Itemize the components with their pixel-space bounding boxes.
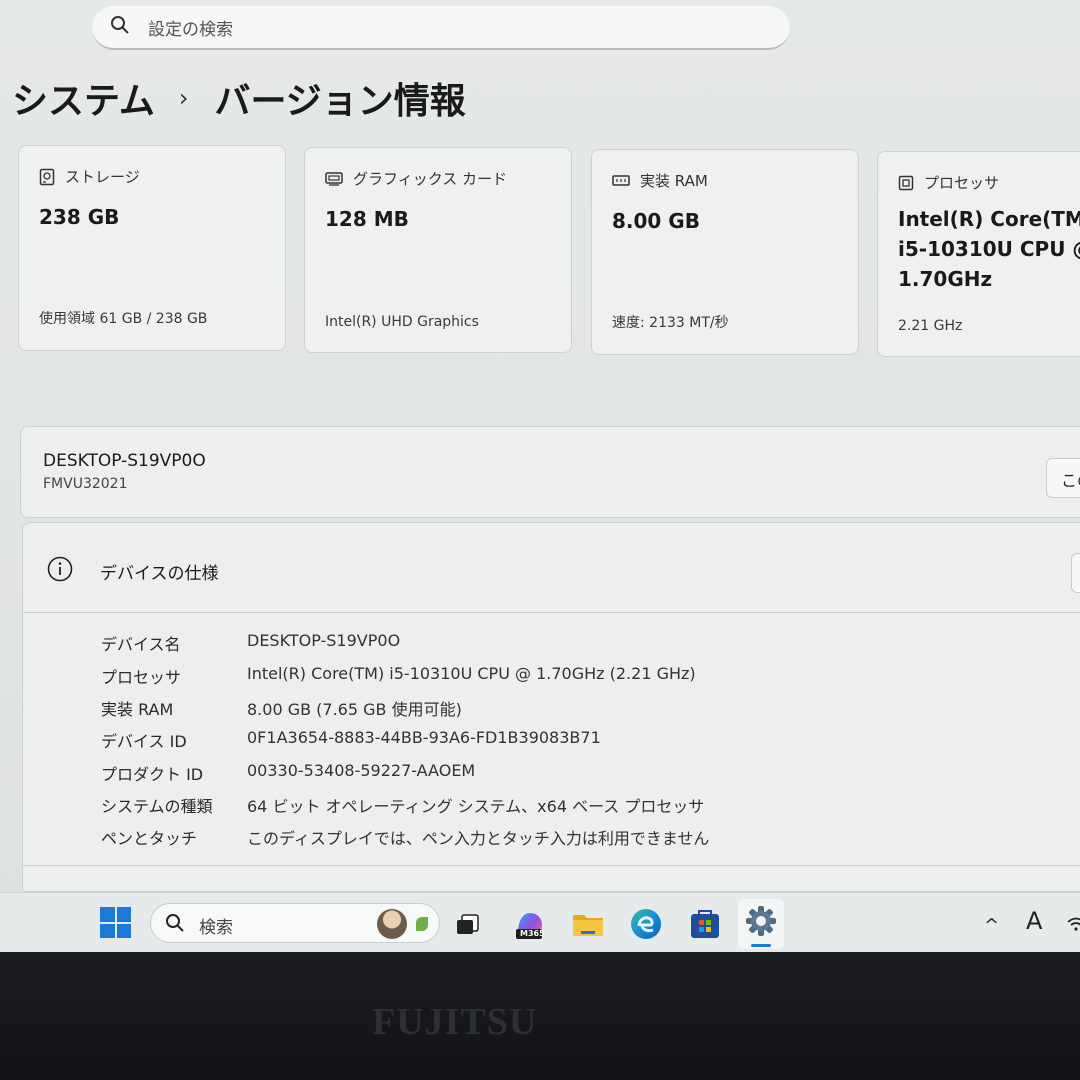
spec-row: デバイス名 DESKTOP-S19VP0O — [101, 631, 1001, 657]
spec-value: 8.00 GB (7.65 GB 使用可能) — [247, 700, 462, 719]
info-icon — [47, 556, 73, 586]
search-placeholder: 設定の検索 — [148, 19, 233, 40]
spec-key: 実装 RAM — [101, 700, 174, 719]
windows-logo-pane — [100, 907, 115, 922]
page-title: バージョン情報 — [214, 81, 466, 122]
ram-icon — [612, 174, 630, 188]
leaf-icon — [416, 917, 428, 931]
search-icon — [165, 913, 185, 937]
device-specs-header[interactable]: デバイスの仕様 — [23, 523, 1080, 613]
spec-row: ペンとタッチ このディスプレイでは、ペン入力とタッチ入力は利用できません — [101, 825, 1001, 851]
card-value: Intel(R) Core(TM) i5-10310U CPU @ 1.70GH… — [898, 204, 1080, 294]
card-label: プロセッサ — [924, 174, 1000, 192]
fujitsu-logo: FUJITSU — [372, 1001, 538, 1043]
taskbar: 検索 M365 ^ A — [0, 892, 1080, 952]
processor-icon — [898, 175, 914, 191]
spec-value: 00330-53408-59227-AAOEM — [247, 761, 476, 780]
spec-value: Intel(R) Core(TM) i5-10310U CPU @ 1.70GH… — [247, 664, 696, 683]
settings-search-input[interactable]: 設定の検索 — [92, 6, 790, 50]
edge-icon[interactable] — [629, 907, 663, 941]
file-explorer-icon[interactable] — [571, 907, 605, 941]
m365-copilot-icon[interactable]: M365 — [512, 907, 546, 941]
windows-logo-pane — [100, 923, 115, 938]
breadcrumb-system[interactable]: システム — [12, 72, 155, 124]
device-specs-title: デバイスの仕様 — [100, 564, 219, 584]
active-indicator — [751, 944, 771, 947]
spec-value: 0F1A3654-8883-44BB-93A6-FD1B39083B71 — [247, 728, 601, 747]
taskbar-search-label: 検索 — [199, 918, 233, 938]
start-button[interactable] — [100, 907, 131, 938]
spec-row: システムの種類 64 ビット オペレーティング システム、x64 ベース プロセ… — [101, 793, 1001, 819]
breadcrumb-separator: › — [178, 84, 189, 112]
spec-row: 実装 RAM 8.00 GB (7.65 GB 使用可能) — [101, 696, 1001, 722]
spec-key: ペンとタッチ — [101, 829, 198, 848]
search-highlight-icon — [377, 909, 407, 939]
spec-value: DESKTOP-S19VP0O — [247, 631, 401, 650]
spec-key: デバイス ID — [101, 732, 187, 751]
card-sub: Intel(R) UHD Graphics — [325, 314, 479, 330]
search-icon — [110, 15, 130, 39]
spec-row: デバイス ID 0F1A3654-8883-44BB-93A6-FD1B3908… — [101, 728, 1001, 754]
spec-key: システムの種類 — [101, 797, 213, 816]
windows-logo-pane — [116, 907, 131, 922]
taskbar-search[interactable]: 検索 — [150, 903, 440, 943]
device-model: FMVU32021 — [43, 476, 128, 492]
card-value: 128 MB — [325, 207, 409, 231]
rename-pc-button[interactable]: この — [1046, 458, 1080, 498]
processor-line: i5-10310U CPU @ — [898, 237, 1080, 261]
processor-line: Intel(R) Core(TM) — [898, 207, 1080, 231]
card-sub: 使用領域 61 GB / 238 GB — [39, 311, 208, 327]
spec-row: プロセッサ Intel(R) Core(TM) i5-10310U CPU @ … — [101, 664, 1001, 690]
store-icon[interactable] — [688, 907, 722, 941]
spec-value: 64 ビット オペレーティング システム、x64 ベース プロセッサ — [247, 797, 705, 816]
settings-icon[interactable] — [738, 899, 784, 949]
card-value: 238 GB — [39, 205, 120, 229]
card-sub: 2.21 GHz — [898, 318, 963, 334]
device-specs-panel: デバイスの仕様 デバイス名 DESKTOP-S19VP0O プロセッサ Inte… — [22, 522, 1080, 892]
spec-key: プロダクト ID — [101, 765, 204, 784]
breadcrumb: システム › バージョン情報 — [12, 70, 466, 126]
device-name-panel: DESKTOP-S19VP0O FMVU32021 この — [20, 426, 1080, 518]
card-label: 実装 RAM — [640, 172, 708, 190]
show-hidden-icons-button[interactable]: ^ — [984, 915, 999, 936]
divider — [23, 865, 1080, 866]
ram-card[interactable]: 実装 RAM 8.00 GB 速度: 2133 MT/秒 — [591, 149, 859, 355]
laptop-bezel: FUJITSU — [0, 952, 1080, 1080]
m365-label: M365 — [520, 929, 545, 938]
task-view-icon[interactable] — [452, 907, 486, 941]
copy-button[interactable] — [1071, 553, 1080, 593]
card-label: ストレージ — [65, 168, 140, 186]
card-label: グラフィックス カード — [353, 170, 508, 188]
processor-line: 1.70GHz — [898, 267, 993, 291]
storage-card[interactable]: ストレージ 238 GB 使用領域 61 GB / 238 GB — [18, 145, 286, 351]
device-name: DESKTOP-S19VP0O — [43, 451, 206, 471]
ime-indicator[interactable]: A — [1026, 907, 1042, 935]
spec-value: このディスプレイでは、ペン入力とタッチ入力は利用できません — [247, 829, 710, 848]
spec-row: プロダクト ID 00330-53408-59227-AAOEM — [101, 761, 1001, 787]
storage-icon — [39, 168, 55, 186]
graphics-card[interactable]: グラフィックス カード 128 MB Intel(R) UHD Graphics — [304, 147, 572, 353]
spec-key: デバイス名 — [101, 635, 181, 654]
wifi-icon[interactable] — [1066, 915, 1080, 937]
spec-key: プロセッサ — [101, 668, 182, 687]
windows-logo-pane — [116, 923, 131, 938]
card-value: 8.00 GB — [612, 209, 700, 233]
graphics-card-icon — [325, 171, 343, 187]
processor-card[interactable]: プロセッサ Intel(R) Core(TM) i5-10310U CPU @ … — [877, 151, 1080, 357]
card-sub: 速度: 2133 MT/秒 — [612, 315, 729, 331]
